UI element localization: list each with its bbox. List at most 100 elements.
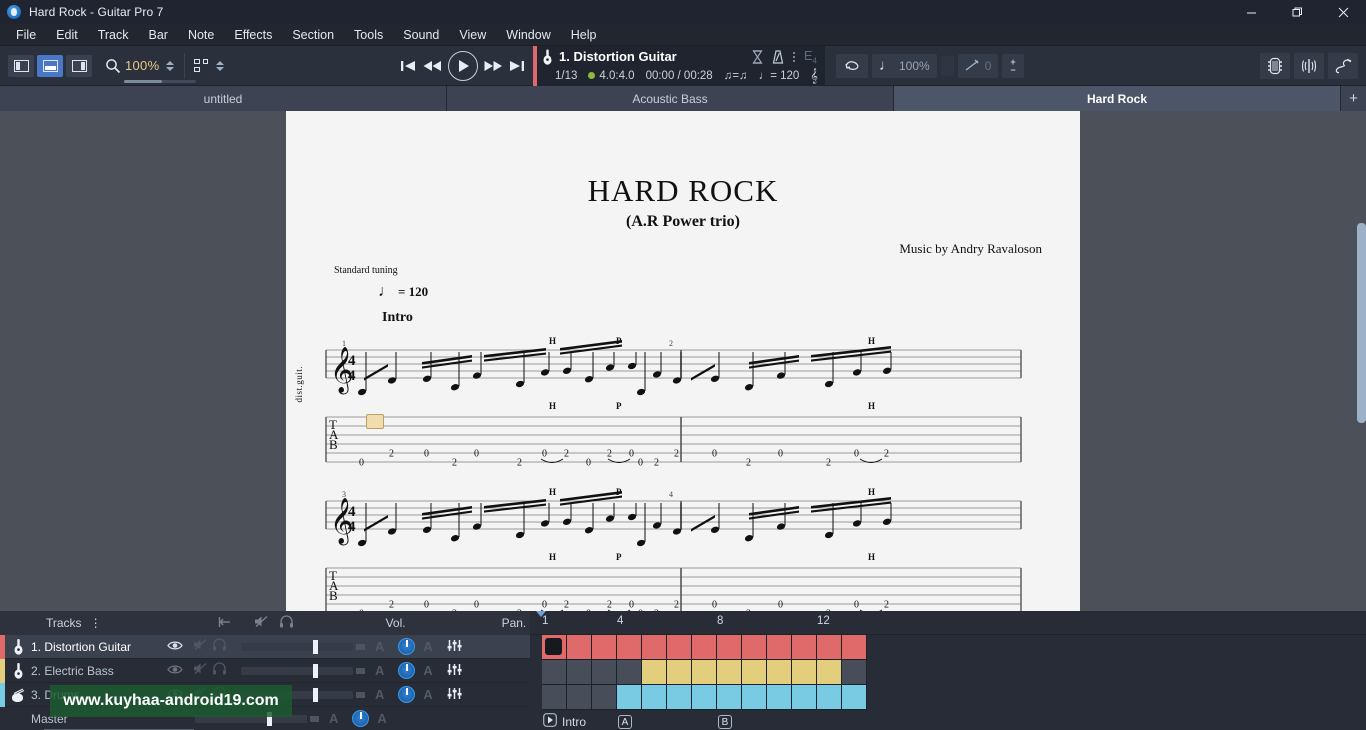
- go-to-end-button[interactable]: [509, 58, 526, 74]
- more-vertical-icon[interactable]: [792, 51, 795, 62]
- page-layout-screen-button[interactable]: [66, 54, 92, 77]
- staff-system-2[interactable]: 𝄞44TAB3HHPP0202020202024HH02020202dist.g…: [286, 483, 1080, 611]
- timeline-cell[interactable]: [817, 635, 842, 660]
- tempo-percent-control[interactable]: ♩ 100%: [872, 53, 937, 78]
- timeline-cell[interactable]: [717, 635, 742, 660]
- timeline-cell[interactable]: [642, 685, 667, 710]
- volume-handle[interactable]: [313, 663, 318, 678]
- zoom-progress-bar[interactable]: [124, 80, 196, 83]
- track-mute-icon[interactable]: [193, 638, 208, 656]
- track-row[interactable]: 3. Drums A A: [0, 682, 530, 707]
- pan-automation-button[interactable]: A: [423, 663, 432, 678]
- menu-item-note[interactable]: Note: [178, 25, 224, 45]
- timeline-grid[interactable]: [530, 635, 1366, 710]
- track-visibility-icon[interactable]: [167, 662, 183, 680]
- timeline-cell[interactable]: [542, 660, 567, 685]
- timeline-cell[interactable]: [842, 685, 867, 710]
- multitrack-view-control[interactable]: [194, 59, 225, 72]
- track-volume-slider[interactable]: [195, 711, 319, 726]
- menu-item-section[interactable]: Section: [282, 25, 344, 45]
- track-row[interactable]: 1. Distortion Guitar A A: [0, 634, 530, 659]
- metronome-icon[interactable]: [772, 49, 784, 64]
- timeline-cell[interactable]: [717, 660, 742, 685]
- track-pan-knob[interactable]: [398, 638, 416, 655]
- timeline-cell[interactable]: [567, 635, 592, 660]
- capo-control[interactable]: 0: [957, 53, 999, 78]
- timeline-cell[interactable]: [792, 660, 817, 685]
- timeline-cell[interactable]: [642, 660, 667, 685]
- track-solo-icon[interactable]: [212, 661, 227, 680]
- tempo-stepper[interactable]: [940, 55, 954, 76]
- menu-item-sound[interactable]: Sound: [393, 25, 449, 45]
- timeline-cell[interactable]: [567, 660, 592, 685]
- volume-automation-button[interactable]: A: [375, 639, 384, 654]
- timeline-cell[interactable]: [792, 685, 817, 710]
- menu-item-effects[interactable]: Effects: [224, 25, 282, 45]
- timeline-cell[interactable]: [767, 660, 792, 685]
- menu-item-tools[interactable]: Tools: [344, 25, 393, 45]
- marker-letter-box[interactable]: A: [618, 715, 632, 729]
- minimize-button[interactable]: [1228, 0, 1274, 24]
- timeline-cell[interactable]: [717, 685, 742, 710]
- timeline-markers[interactable]: Intro A B: [530, 710, 1366, 730]
- capo-stepper[interactable]: + −: [1002, 53, 1024, 78]
- timeline-marker[interactable]: A: [618, 715, 632, 729]
- play-marker-icon[interactable]: [543, 712, 557, 730]
- go-to-start-button[interactable]: [400, 58, 417, 74]
- solo-all-icon[interactable]: [279, 615, 294, 631]
- document-tab-acoustic-bass[interactable]: Acoustic Bass: [447, 86, 894, 111]
- page-layout-horizontal-button[interactable]: [37, 54, 63, 77]
- track-equalizer-button[interactable]: [447, 639, 462, 655]
- timeline-cell[interactable]: [542, 635, 567, 660]
- track-equalizer-button[interactable]: [447, 663, 462, 679]
- page-layout-vertical-button[interactable]: [8, 54, 34, 77]
- multitrack-stepper[interactable]: [214, 60, 225, 71]
- timeline-cell[interactable]: [667, 635, 692, 660]
- timeline-cell[interactable]: [817, 685, 842, 710]
- volume-automation-button[interactable]: A: [375, 663, 384, 678]
- timeline-marker[interactable]: B: [718, 715, 732, 729]
- timeline-cell[interactable]: [767, 685, 792, 710]
- hourglass-icon[interactable]: [752, 49, 763, 64]
- pan-automation-button[interactable]: A: [423, 639, 432, 654]
- timeline-cell[interactable]: [842, 635, 867, 660]
- timeline-track-row[interactable]: [530, 635, 1366, 660]
- volume-handle[interactable]: [313, 687, 318, 702]
- timeline-cell[interactable]: [692, 660, 717, 685]
- loop-button[interactable]: [836, 53, 868, 78]
- timeline-marker[interactable]: Intro: [543, 712, 586, 730]
- timeline-cell[interactable]: [767, 635, 792, 660]
- timeline-panel[interactable]: 1 4 8 12 Intro A B: [530, 611, 1366, 730]
- track-mute-icon[interactable]: [193, 662, 208, 680]
- timeline-track-row[interactable]: [530, 660, 1366, 685]
- timeline-cell[interactable]: [617, 660, 642, 685]
- timeline-cell[interactable]: [817, 660, 842, 685]
- track-visibility-icon[interactable]: [167, 686, 183, 704]
- timeline-cell[interactable]: [592, 660, 617, 685]
- track-visibility-icon[interactable]: [167, 638, 183, 656]
- cable-button[interactable]: [1328, 52, 1358, 79]
- fretboard-button[interactable]: [1260, 52, 1290, 79]
- pan-automation-button[interactable]: A: [377, 711, 386, 726]
- track-volume-slider[interactable]: [241, 663, 365, 678]
- timeline-cell[interactable]: [842, 660, 867, 685]
- track-pan-knob[interactable]: [352, 710, 370, 727]
- menu-item-file[interactable]: File: [6, 25, 46, 45]
- timeline-cell[interactable]: [692, 635, 717, 660]
- timeline-cell[interactable]: [667, 685, 692, 710]
- track-row[interactable]: 2. Electric Bass A A: [0, 658, 530, 683]
- track-volume-slider[interactable]: [241, 639, 365, 654]
- fast-forward-button[interactable]: [484, 58, 503, 74]
- volume-handle[interactable]: [313, 639, 318, 654]
- track-row[interactable]: Master A A: [0, 707, 530, 730]
- mute-all-icon[interactable]: [254, 615, 269, 631]
- close-button[interactable]: [1320, 0, 1366, 24]
- rewind-button[interactable]: [423, 58, 442, 74]
- timeline-cell[interactable]: [567, 685, 592, 710]
- document-tab-hard-rock[interactable]: Hard Rock: [894, 86, 1341, 111]
- menu-item-edit[interactable]: Edit: [46, 25, 88, 45]
- timeline-cell[interactable]: [592, 635, 617, 660]
- score-view[interactable]: HARD ROCK (A.R Power trio) Music by Andr…: [0, 111, 1366, 611]
- timeline-cell[interactable]: [617, 685, 642, 710]
- timeline-cell[interactable]: [667, 660, 692, 685]
